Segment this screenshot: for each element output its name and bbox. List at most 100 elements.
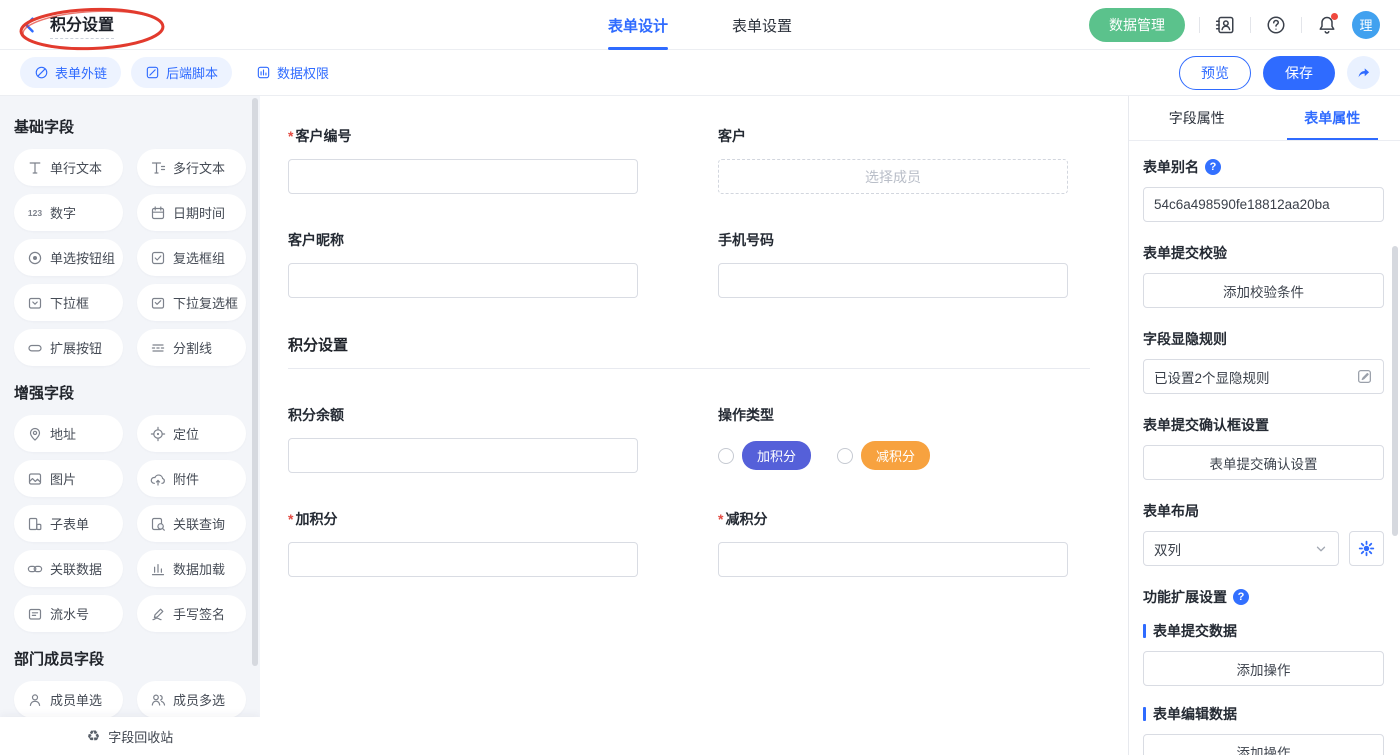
text-input[interactable] [288,263,638,298]
field-item-lookup-query[interactable]: 关联查询 [137,505,246,542]
field-item-label: 子表单 [50,514,89,533]
radio-option-加积分[interactable]: 加积分 [718,441,811,470]
form-field-customer[interactable]: 客户选择成员 [718,126,1090,194]
visibility-rules-box[interactable]: 已设置2个显隐规则 [1143,359,1384,394]
checkbox-group-icon [150,250,166,266]
form-external-link-button[interactable]: 表单外链 [20,57,121,88]
field-item-divider-line[interactable]: 分割线 [137,329,246,366]
section-marker [1143,624,1146,638]
recycle-icon: ♻ [87,727,100,745]
extension-settings-group: 功能扩展设置 ? [1143,587,1384,607]
field-item-single-line-text[interactable]: 单行文本 [14,149,123,186]
field-pill-grid: 单行文本 多行文本 123数字日期时间单选按钮组复选框组下拉框 下拉复选框扩展按钮分割… [14,149,246,366]
form-field-add-points[interactable]: *加积分 [288,509,660,577]
layout-gear-button[interactable] [1349,531,1384,566]
multi-line-text-icon [150,160,166,176]
field-item-member-single[interactable]: 成员单选 [14,681,123,718]
extension-settings-label-text: 功能扩展设置 [1143,587,1227,607]
form-field-customer-nickname[interactable]: 客户昵称 [288,230,660,298]
form-canvas[interactable]: *客户编号客户选择成员客户昵称手机号码积分设置积分余额操作类型加积分减积分*加积… [260,96,1128,755]
field-item-signature[interactable]: 手写签名 [137,595,246,632]
data-permission-label: 数据权限 [277,63,329,82]
field-item-subform[interactable]: 子表单 [14,505,123,542]
layout-select[interactable]: 双列 [1143,531,1339,566]
field-item-number[interactable]: 123数字 [14,194,123,231]
field-recycle-bin[interactable]: ♻ 字段回收站 [0,717,260,755]
submit-data-add-button[interactable]: 添加操作 [1143,651,1384,686]
field-item-locate[interactable]: 定位 [137,415,246,452]
radio-circle[interactable] [718,448,734,464]
confirm-dialog-group: 表单提交确认框设置 表单提交确认设置 [1143,415,1384,480]
user-avatar[interactable]: 理 [1352,11,1380,39]
text-input[interactable] [718,542,1068,577]
form-field-points-balance[interactable]: 积分余额 [288,405,660,473]
text-input[interactable] [288,438,638,473]
field-item-multi-line-text[interactable]: 多行文本 [137,149,246,186]
panel-scrollbar[interactable] [1392,246,1398,536]
save-button[interactable]: 保存 [1263,56,1335,90]
attachment-icon [150,471,166,487]
extension-settings-label: 功能扩展设置 ? [1143,587,1384,607]
field-item-attachment[interactable]: 附件 [137,460,246,497]
form-designer-app: 积分设置 表单设计 表单设置 数据管理 理 [0,0,1400,755]
field-item-multi-select[interactable]: 下拉复选框 [137,284,246,321]
data-permission-button[interactable]: 数据权限 [242,57,343,88]
submit-data-label: 表单提交数据 [1143,621,1384,641]
toolbar-actions: 表单外链后端脚本 数据权限 [20,57,343,88]
field-item-checkbox-group[interactable]: 复选框组 [137,239,246,276]
form-alias-input[interactable] [1143,187,1384,222]
form-field-operation-type[interactable]: 操作类型加积分减积分 [718,405,1090,473]
tab-field-properties[interactable]: 字段属性 [1129,96,1265,140]
tab-form-properties[interactable]: 表单属性 [1265,96,1400,140]
text-input[interactable] [288,542,638,577]
help-icon[interactable] [1265,14,1287,36]
text-input[interactable] [288,159,638,194]
extension-help-icon[interactable]: ? [1233,589,1249,605]
tab-form-settings[interactable]: 表单设置 [732,0,792,50]
form-field-minus-points[interactable]: *减积分 [718,509,1090,577]
edit-data-add-button[interactable]: 添加操作 [1143,734,1384,755]
confirm-dialog-label: 表单提交确认框设置 [1143,415,1384,435]
share-icon[interactable] [1347,56,1380,89]
form-field-customer-no[interactable]: *客户编号 [288,126,660,194]
field-item-data-load[interactable]: 数据加载 [137,550,246,587]
radio-option-减积分[interactable]: 减积分 [837,441,930,470]
confirm-dialog-button[interactable]: 表单提交确认设置 [1143,445,1384,480]
field-item-select[interactable]: 下拉框 [14,284,123,321]
field-pill-grid: 地址定位图片附件子表单 关联查询关联数据数据加载流水号手写签名 [14,415,246,632]
select-icon [27,295,43,311]
field-item-datetime[interactable]: 日期时间 [137,194,246,231]
backend-script-button[interactable]: 后端脚本 [131,57,232,88]
field-item-address[interactable]: 地址 [14,415,123,452]
field-item-serial-number[interactable]: 流水号 [14,595,123,632]
submit-validation-group: 表单提交校验 添加校验条件 [1143,243,1384,308]
contacts-icon[interactable] [1214,14,1236,36]
field-item-image[interactable]: 图片 [14,460,123,497]
points-settings-section[interactable]: 积分设置 [288,334,1090,369]
add-validation-button[interactable]: 添加校验条件 [1143,273,1384,308]
tab-form-design[interactable]: 表单设计 [608,0,668,50]
back-icon[interactable] [20,15,40,35]
preview-button[interactable]: 预览 [1179,56,1251,90]
field-item-extend-button[interactable]: 扩展按钮 [14,329,123,366]
required-asterisk: * [718,511,723,527]
field-item-label: 单行文本 [50,158,102,177]
notification-bell-icon[interactable] [1316,14,1338,36]
notification-dot [1331,13,1338,20]
form-field-mobile-number[interactable]: 手机号码 [718,230,1090,298]
alias-help-icon[interactable]: ? [1205,159,1221,175]
member-picker[interactable]: 选择成员 [718,159,1068,194]
field-item-radio-group[interactable]: 单选按钮组 [14,239,123,276]
sidebar-scrollbar[interactable] [252,98,258,666]
field-item-label: 下拉复选框 [173,293,238,312]
field-item-member-multi[interactable]: 成员多选 [137,681,246,718]
text-input[interactable] [718,263,1068,298]
top-header: 积分设置 表单设计 表单设置 数据管理 理 [0,0,1400,50]
serial-icon [27,606,43,622]
edit-icon[interactable] [1356,368,1373,385]
field-item-linked-data[interactable]: 关联数据 [14,550,123,587]
field-label-text: 客户 [718,126,746,146]
data-manage-button[interactable]: 数据管理 [1089,8,1185,42]
radio-circle[interactable] [837,448,853,464]
field-label: 手机号码 [718,230,1090,250]
